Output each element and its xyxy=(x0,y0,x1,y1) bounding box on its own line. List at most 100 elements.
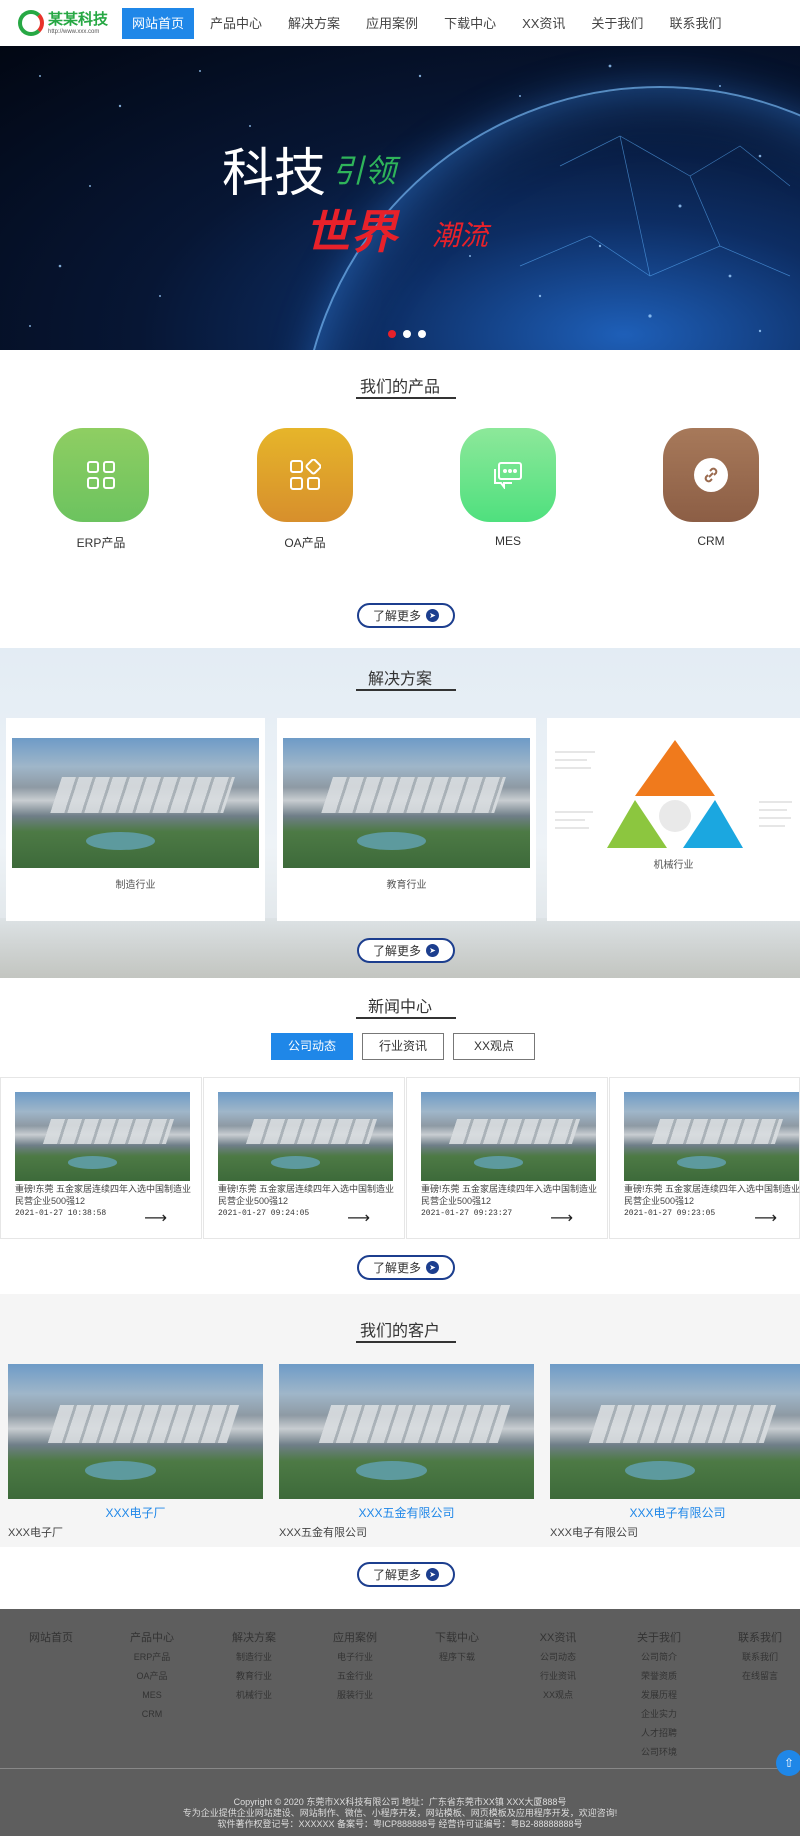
hero-banner[interactable]: 科技 引领 世界 潮流 xyxy=(0,46,800,350)
logo[interactable]: 某某科技 http://www.xxx.com xyxy=(18,10,108,36)
footer-link[interactable]: 五金行业 xyxy=(320,1667,390,1686)
footer-link[interactable]: 程序下载 xyxy=(422,1648,492,1667)
nav-item-solutions[interactable]: 解决方案 xyxy=(278,8,350,39)
tab-xx-views[interactable]: XX观点 xyxy=(453,1033,535,1060)
arrow-right-icon[interactable]: ⟶ xyxy=(550,1211,573,1227)
product-mes[interactable]: MES xyxy=(460,428,556,548)
arrow-right-icon: ➤ xyxy=(426,944,439,957)
client-photo xyxy=(8,1364,263,1499)
footer-column-title[interactable]: 联系我们 xyxy=(725,1629,795,1645)
nav-item-news[interactable]: XX资讯 xyxy=(512,8,575,39)
solution-label: 教育行业 xyxy=(386,880,427,891)
tab-company-news[interactable]: 公司动态 xyxy=(271,1033,353,1060)
nav-item-about[interactable]: 关于我们 xyxy=(581,8,653,39)
client-photo xyxy=(550,1364,800,1499)
footer-link[interactable]: 在线留言 xyxy=(725,1667,795,1686)
news-card[interactable]: 重磅!东莞 五金家居连续四年入选中国制造业民营企业500强12 2021-01-… xyxy=(609,1077,800,1239)
client-name[interactable]: XXX五金有限公司 xyxy=(279,1504,534,1521)
arrow-right-icon[interactable]: ⟶ xyxy=(347,1211,370,1227)
blocks-icon xyxy=(257,428,353,522)
news-headline: 重磅!东莞 五金家居连续四年入选中国制造业民营企业500强12 xyxy=(218,1184,395,1206)
arrow-right-icon[interactable]: ⟶ xyxy=(144,1211,167,1227)
products-more-button[interactable]: 了解更多 ➤ xyxy=(357,603,455,628)
section-underline xyxy=(356,397,456,399)
footer-column-contact: 联系我们 联系我们 在线留言 xyxy=(725,1629,795,1686)
factory-photo xyxy=(283,738,530,868)
footer-link[interactable]: XX观点 xyxy=(523,1686,593,1705)
client-description: XXX电子厂 xyxy=(8,1527,64,1539)
news-date: 2021-01-27 09:23:27 xyxy=(421,1209,513,1218)
footer-link[interactable]: 行业资讯 xyxy=(523,1667,593,1686)
footer-link[interactable]: 公司动态 xyxy=(523,1648,593,1667)
footer-link[interactable]: 联系我们 xyxy=(725,1648,795,1667)
footer-link[interactable]: 人才招聘 xyxy=(624,1724,694,1743)
footer-column-title[interactable]: 解决方案 xyxy=(219,1629,289,1645)
footer-link[interactable]: 电子行业 xyxy=(320,1648,390,1667)
nav-item-cases[interactable]: 应用案例 xyxy=(356,8,428,39)
client-description: XXX五金有限公司 xyxy=(279,1527,368,1539)
news-headline: 重磅!东莞 五金家居连续四年入选中国制造业民营企业500强12 xyxy=(624,1184,800,1206)
footer-tagline: 专为企业提供企业网站建设、网站制作、微信、小程序开发，网站模板、网页模板及应用程… xyxy=(182,1808,618,1818)
back-to-top-icon[interactable]: ⇧ xyxy=(776,1750,800,1776)
news-title: 新闻中心 xyxy=(367,999,432,1016)
news-more-button[interactable]: 了解更多 ➤ xyxy=(357,1255,455,1280)
footer-link[interactable]: 发展历程 xyxy=(624,1686,694,1705)
footer-column-products: 产品中心 ERP产品 OA产品 MES CRM xyxy=(117,1629,187,1724)
footer-link[interactable]: 服装行业 xyxy=(320,1686,390,1705)
footer-link[interactable]: MES xyxy=(117,1686,187,1705)
footer-link[interactable]: 公司环境 xyxy=(624,1743,694,1762)
footer-link[interactable]: 企业实力 xyxy=(624,1705,694,1724)
solution-card[interactable]: 机械行业 xyxy=(547,718,800,921)
banner-headline-1b: 引领 xyxy=(332,152,397,190)
footer-link[interactable]: OA产品 xyxy=(117,1667,187,1686)
footer-link[interactable]: 荣誉资质 xyxy=(624,1667,694,1686)
news-card[interactable]: 重磅!东莞 五金家居连续四年入选中国制造业民营企业500强12 2021-01-… xyxy=(203,1077,405,1239)
footer-link[interactable]: 公司简介 xyxy=(624,1648,694,1667)
footer-column-downloads: 下载中心 程序下载 xyxy=(422,1629,492,1667)
footer-column-about: 关于我们 公司简介 荣誉资质 发展历程 企业实力 人才招聘 公司环境 xyxy=(624,1629,694,1762)
tab-industry-news[interactable]: 行业资讯 xyxy=(362,1033,444,1060)
footer-link[interactable]: CRM xyxy=(117,1705,187,1724)
clients-more-button[interactable]: 了解更多 ➤ xyxy=(357,1562,455,1587)
link-icon xyxy=(663,428,759,522)
footer-link[interactable]: 教育行业 xyxy=(219,1667,289,1686)
triangle-diagram xyxy=(555,740,792,848)
nav-item-products[interactable]: 产品中心 xyxy=(200,8,272,39)
nav-item-downloads[interactable]: 下载中心 xyxy=(434,8,506,39)
carousel-dot[interactable] xyxy=(403,330,411,338)
news-thumbnail xyxy=(624,1092,799,1181)
clients-title: 我们的客户 xyxy=(359,1323,440,1340)
carousel-dot[interactable] xyxy=(388,330,396,338)
solution-card[interactable]: 制造行业 xyxy=(6,718,265,921)
solutions-more-button[interactable]: 了解更多 ➤ xyxy=(357,938,455,963)
footer-column-title[interactable]: 关于我们 xyxy=(624,1629,694,1645)
footer-column-title[interactable]: 产品中心 xyxy=(117,1629,187,1645)
footer-column-solutions: 解决方案 制造行业 教育行业 机械行业 xyxy=(219,1629,289,1705)
footer-link[interactable]: 机械行业 xyxy=(219,1686,289,1705)
footer-link[interactable]: ERP产品 xyxy=(117,1648,187,1667)
nav-item-home[interactable]: 网站首页 xyxy=(122,8,195,39)
footer-column-title[interactable]: 应用案例 xyxy=(320,1629,390,1645)
footer-column-title[interactable]: XX资讯 xyxy=(523,1629,593,1645)
news-card[interactable]: 重磅!东莞 五金家居连续四年入选中国制造业民营企业500强12 2021-01-… xyxy=(0,1077,202,1239)
solution-card[interactable]: 教育行业 xyxy=(277,718,536,921)
arrow-right-icon[interactable]: ⟶ xyxy=(754,1211,777,1227)
news-thumbnail xyxy=(218,1092,393,1181)
more-button-label: 了解更多 xyxy=(372,1261,421,1275)
product-oa[interactable]: OA产品 xyxy=(257,428,353,551)
product-erp[interactable]: ERP产品 xyxy=(53,428,149,551)
banner-headline-2b: 潮流 xyxy=(432,219,489,252)
product-crm[interactable]: CRM xyxy=(663,428,759,548)
news-card[interactable]: 重磅!东莞 五金家居连续四年入选中国制造业民营企业500强12 2021-01-… xyxy=(406,1077,608,1239)
news-headline: 重磅!东莞 五金家居连续四年入选中国制造业民营企业500强12 xyxy=(421,1184,598,1206)
footer-column-title[interactable]: 下载中心 xyxy=(422,1629,492,1645)
footer-column-title[interactable]: 网站首页 xyxy=(16,1629,86,1645)
banner-headline-2: 世界 xyxy=(305,205,397,259)
section-underline xyxy=(356,1341,456,1343)
client-name[interactable]: XXX电子有限公司 xyxy=(550,1504,800,1521)
footer-link[interactable]: 制造行业 xyxy=(219,1648,289,1667)
nav-item-contact[interactable]: 联系我们 xyxy=(659,8,731,39)
carousel-dot[interactable] xyxy=(418,330,426,338)
solution-label: 制造行业 xyxy=(115,880,156,891)
client-name[interactable]: XXX电子厂 xyxy=(8,1504,263,1521)
